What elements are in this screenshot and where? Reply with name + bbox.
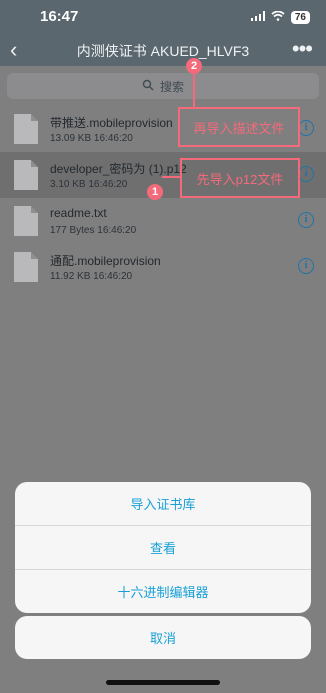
navigation-bar: ‹ 内测侠证书 AKUED_HLVF3 ••• [0, 34, 326, 66]
view-button[interactable]: 查看 [15, 526, 311, 570]
file-meta: 177 Bytes 16:46:20 [50, 225, 137, 236]
file-icon [14, 114, 38, 144]
file-name: readme.txt [50, 206, 107, 220]
battery-icon: 76 [290, 10, 310, 24]
search-area: 搜索 [0, 66, 326, 106]
more-button[interactable]: ••• [292, 36, 313, 62]
file-name: developer_密码为 (1).p12 [50, 162, 187, 176]
file-meta: 11.92 KB 16:46:20 [50, 271, 133, 282]
cellular-signal-icon [250, 8, 265, 26]
import-cert-store-button[interactable]: 导入证书库 [15, 482, 311, 526]
info-icon[interactable]: i [298, 120, 314, 136]
action-sheet: 导入证书库 查看 十六进制编辑器 [15, 482, 311, 613]
info-icon[interactable]: i [298, 258, 314, 274]
file-icon [14, 206, 38, 236]
status-bar: 16:47 76 [0, 0, 326, 34]
search-placeholder: 搜索 [159, 79, 184, 94]
search-icon [142, 79, 154, 94]
page-title: 内测侠证书 AKUED_HLVF3 [76, 43, 250, 59]
hex-editor-button[interactable]: 十六进制编辑器 [15, 570, 311, 613]
annotation-import-p12: 先导入p12文件 [180, 158, 300, 198]
file-icon [14, 160, 38, 190]
status-icons: 76 [250, 8, 310, 26]
file-name: 带推送.mobileprovision [50, 116, 173, 130]
clock: 16:47 [40, 8, 79, 25]
info-icon[interactable]: i [298, 212, 314, 228]
annotation-leader-line [162, 176, 180, 178]
file-meta: 13.09 KB 16:46:20 [50, 133, 133, 144]
annotation-leader-line [193, 74, 195, 107]
cancel-button[interactable]: 取消 [15, 616, 311, 659]
back-button[interactable]: ‹ [10, 37, 17, 63]
cancel-sheet: 取消 [15, 616, 311, 659]
file-row[interactable]: 通配.mobileprovision 11.92 KB 16:46:20 i [0, 244, 326, 290]
file-meta: 3.10 KB 16:46:20 [50, 179, 128, 190]
home-indicator [106, 680, 220, 685]
wifi-icon [271, 8, 285, 26]
file-icon [14, 252, 38, 282]
annotation-import-provision: 再导入描述文件 [178, 107, 300, 147]
search-input[interactable]: 搜索 [7, 73, 319, 99]
annotation-number-2: 2 [186, 58, 202, 74]
info-icon[interactable]: i [298, 166, 314, 182]
annotation-number-1: 1 [147, 184, 163, 200]
file-row[interactable]: readme.txt 177 Bytes 16:46:20 i [0, 198, 326, 244]
file-name: 通配.mobileprovision [50, 254, 161, 268]
